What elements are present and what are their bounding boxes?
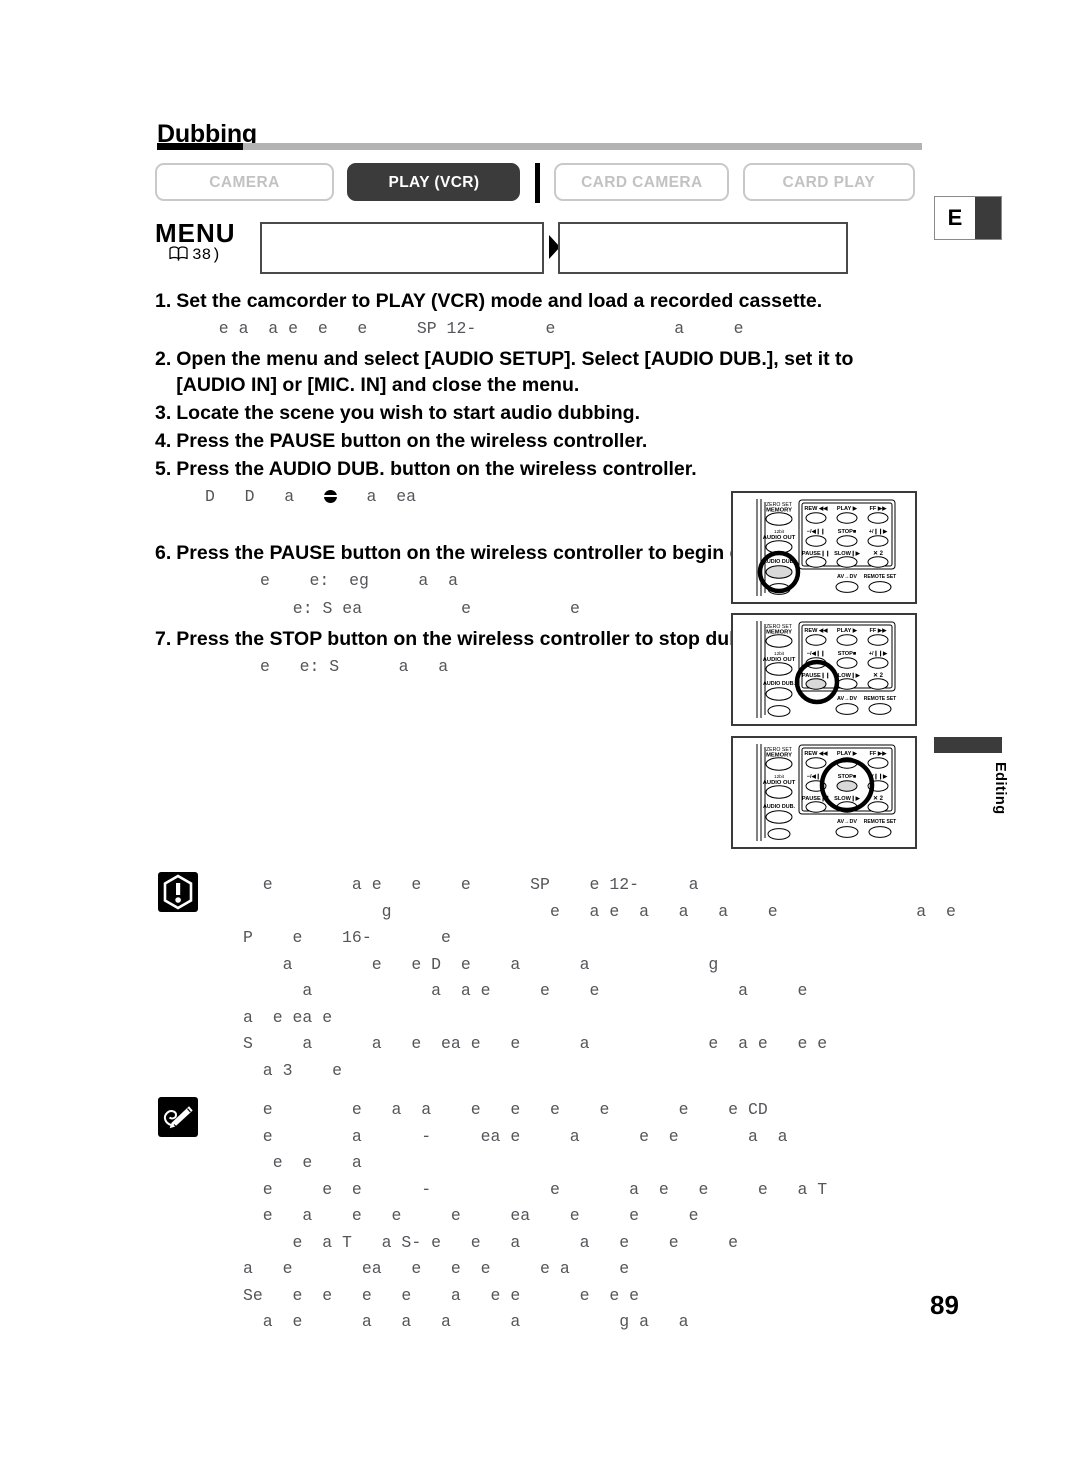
svg-text:STOP■: STOP■ bbox=[838, 774, 857, 780]
step-6-detail-2: e: S ea e e bbox=[273, 599, 580, 618]
step-text: Set the camcorder to PLAY (VCR) mode and… bbox=[176, 290, 823, 312]
step-number: 5. bbox=[155, 458, 172, 480]
mode-pill-play-vcr[interactable]: PLAY (VCR) bbox=[347, 163, 521, 201]
svg-text:REW ◀◀: REW ◀◀ bbox=[804, 505, 828, 512]
step-number: 2. bbox=[155, 348, 172, 370]
svg-text:12bit: 12bit bbox=[774, 774, 785, 779]
step-1-detail: e a a e e e SP 12- e a e bbox=[199, 319, 744, 338]
svg-text:SLOW❙▶: SLOW❙▶ bbox=[834, 795, 860, 802]
step-text: Press the PAUSE button on the wireless c… bbox=[176, 430, 648, 452]
step-7-detail: e e: S a a bbox=[260, 657, 449, 676]
svg-text:PAUSE❙❙: PAUSE❙❙ bbox=[802, 550, 830, 557]
language-tab-letter: E bbox=[935, 197, 975, 239]
step-4: 4. Press the PAUSE button on the wireles… bbox=[155, 428, 900, 454]
title-rule-dark-segment bbox=[157, 143, 243, 150]
mode-pill-row: CAMERA PLAY (VCR) CARD CAMERA CARD PLAY bbox=[155, 163, 915, 203]
step-text: Press the AUDIO DUB. button on the wirel… bbox=[176, 458, 697, 480]
svg-text:+/❙❙▶: +/❙❙▶ bbox=[869, 650, 888, 657]
svg-text:REMOTE SET: REMOTE SET bbox=[864, 819, 897, 825]
svg-text:STOP■: STOP■ bbox=[838, 529, 857, 535]
svg-text:FF ▶▶: FF ▶▶ bbox=[870, 627, 888, 634]
menu-page-reference: 38) bbox=[169, 246, 221, 266]
svg-text:−/◀❙❙: −/◀❙❙ bbox=[807, 650, 826, 657]
step-6-detail-1: e e: eg a a bbox=[260, 571, 459, 590]
manual-page: Dubbing CAMERA PLAY (VCR) CARD CAMERA CA… bbox=[0, 0, 1080, 1461]
svg-text:AUDIO OUT: AUDIO OUT bbox=[763, 657, 796, 663]
step-5: 5. Press the AUDIO DUB. button on the wi… bbox=[155, 456, 715, 482]
svg-text:SLOW❙▶: SLOW❙▶ bbox=[834, 550, 860, 557]
menu-screen-box-1[interactable] bbox=[260, 222, 544, 274]
menu-label: MENU bbox=[155, 218, 236, 248]
warning-note-lines: e a e e e SP e 12- a g e a e a a a e a e… bbox=[243, 875, 956, 1080]
svg-text:PAUSE❙❙: PAUSE❙❙ bbox=[802, 672, 830, 679]
svg-text:FF ▶▶: FF ▶▶ bbox=[870, 505, 888, 512]
step-2: 2. Open the menu and select [AUDIO SETUP… bbox=[155, 346, 900, 398]
svg-text:AUDIO DUB.: AUDIO DUB. bbox=[763, 681, 796, 687]
svg-text:AUDIO OUT: AUDIO OUT bbox=[763, 535, 796, 541]
mode-pill-card-camera[interactable]: CARD CAMERA bbox=[554, 163, 730, 201]
step-3: 3. Locate the scene you wish to start au… bbox=[155, 400, 900, 426]
open-book-icon bbox=[169, 246, 188, 266]
svg-text:REW ◀◀: REW ◀◀ bbox=[804, 750, 828, 757]
svg-text:REMOTE SET: REMOTE SET bbox=[864, 574, 897, 580]
svg-text:REMOTE SET: REMOTE SET bbox=[864, 696, 897, 702]
side-tab-label: Editing bbox=[992, 762, 1008, 815]
language-tab-dark-block bbox=[975, 197, 1001, 239]
menu-page-number: 38) bbox=[192, 246, 221, 264]
warning-exclamation-icon bbox=[158, 872, 198, 912]
half-filled-dot-icon bbox=[323, 490, 337, 503]
remote-diagram-pause: ZERO SET MEMORY 12bit AUDIO OUT AUDIO DU… bbox=[731, 613, 917, 726]
svg-text:AV→DV: AV→DV bbox=[837, 574, 857, 580]
step-number: 4. bbox=[155, 430, 172, 452]
svg-text:REW ◀◀: REW ◀◀ bbox=[804, 627, 828, 634]
mode-pill-card-play[interactable]: CARD PLAY bbox=[742, 163, 915, 201]
title-rule bbox=[157, 143, 922, 150]
svg-text:PLAY ▶: PLAY ▶ bbox=[837, 750, 858, 757]
page-number: 89 bbox=[930, 1290, 959, 1320]
svg-text:✕ 2: ✕ 2 bbox=[873, 550, 884, 557]
pencil-note-icon bbox=[158, 1097, 198, 1137]
step-number: 3. bbox=[155, 402, 172, 424]
svg-text:PLAY ▶: PLAY ▶ bbox=[837, 627, 858, 634]
info-note-block: e e a a e e e e e e CD e a - ea e a e e … bbox=[158, 1097, 1003, 1336]
svg-text:PLAY ▶: PLAY ▶ bbox=[837, 505, 858, 512]
svg-text:AV→DV: AV→DV bbox=[837, 819, 857, 825]
svg-text:STOP■: STOP■ bbox=[838, 651, 857, 657]
svg-text:12bit: 12bit bbox=[774, 529, 785, 534]
mode-pill-camera[interactable]: CAMERA bbox=[155, 163, 334, 201]
step-text: Open the menu and select [AUDIO SETUP]. … bbox=[176, 348, 854, 396]
instruction-step-list: 1. Set the camcorder to PLAY (VCR) mode … bbox=[155, 288, 853, 684]
step-5-detail: D D a a ea bbox=[205, 487, 417, 506]
svg-text:AV→DV: AV→DV bbox=[837, 696, 857, 702]
svg-text:AUDIO DUB.: AUDIO DUB. bbox=[763, 804, 796, 810]
svg-text:AUDIO OUT: AUDIO OUT bbox=[763, 780, 796, 786]
menu-screen-box-2[interactable] bbox=[558, 222, 848, 274]
svg-text:✕ 2: ✕ 2 bbox=[873, 672, 884, 679]
remote-diagram-audio-dub: ZERO SET MEMORY 12bit AUDIO OUT AUDIO DU… bbox=[731, 491, 917, 604]
step-number: 1. bbox=[155, 290, 172, 312]
step-text: Locate the scene you wish to start audio… bbox=[176, 402, 640, 424]
svg-text:+/❙❙▶: +/❙❙▶ bbox=[869, 528, 888, 535]
remote-diagram-stop: ZERO SET MEMORY 12bit AUDIO OUT AUDIO DU… bbox=[731, 736, 917, 849]
step-number: 6. bbox=[155, 542, 172, 564]
step-number: 7. bbox=[155, 628, 172, 650]
svg-text:✕ 2: ✕ 2 bbox=[873, 795, 884, 802]
side-tab-bar bbox=[934, 737, 1002, 753]
svg-text:−/◀❙❙: −/◀❙❙ bbox=[807, 528, 826, 535]
svg-text:FF ▶▶: FF ▶▶ bbox=[870, 750, 888, 757]
step-1: 1. Set the camcorder to PLAY (VCR) mode … bbox=[155, 288, 900, 314]
svg-text:12bit: 12bit bbox=[774, 651, 785, 656]
language-tab: E bbox=[934, 196, 1002, 240]
mode-pill-divider bbox=[534, 163, 540, 203]
warning-note-block: e a e e e SP e 12- a g e a e a a a e a e… bbox=[158, 872, 1003, 1084]
info-note-lines: e e a a e e e e e e CD e a - ea e a e e … bbox=[243, 1100, 828, 1331]
